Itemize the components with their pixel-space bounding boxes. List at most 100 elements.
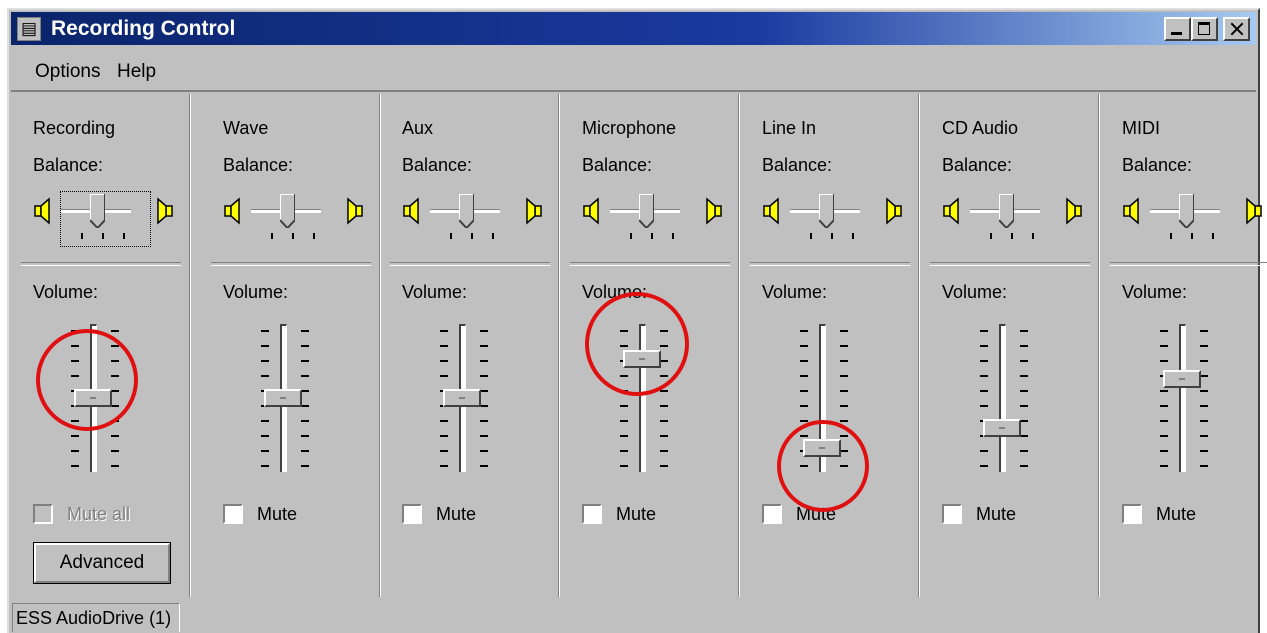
menu-options[interactable]: Options [35, 61, 100, 83]
tick-mark [261, 360, 269, 362]
tick-mark [1160, 420, 1168, 422]
mute-checkbox[interactable] [1122, 504, 1142, 524]
speaker-left-icon [403, 197, 419, 225]
balance-slider-thumb[interactable] [639, 194, 654, 228]
tick-mark [1020, 435, 1028, 437]
separator [390, 262, 550, 266]
tick-mark [261, 345, 269, 347]
menu-bar: Options Help [11, 48, 1256, 92]
tick-mark [1020, 375, 1028, 377]
speaker-right-icon [1246, 197, 1262, 225]
mute-checkbox[interactable] [223, 504, 243, 524]
volume-label: Volume: [762, 282, 828, 302]
tick-mark [1200, 390, 1208, 392]
channel-name: CD Audio [942, 118, 1019, 138]
tick-mark [440, 435, 448, 437]
mute-checkbox[interactable] [762, 504, 782, 524]
tick-mark [660, 450, 668, 452]
tick-mark [620, 435, 628, 437]
tick-mark [980, 405, 988, 407]
speaker-right-icon [526, 197, 542, 225]
mute-checkbox[interactable] [942, 504, 962, 524]
tick-mark [840, 405, 848, 407]
balance-ticks [1170, 233, 1214, 239]
minimize-button[interactable] [1164, 17, 1191, 41]
separator [211, 262, 371, 266]
tick-mark [1160, 435, 1168, 437]
tick-mark [440, 375, 448, 377]
tick-mark [480, 420, 488, 422]
mute-checkbox[interactable] [582, 504, 602, 524]
separator [750, 262, 910, 266]
mute-label[interactable]: Mute all [67, 503, 130, 525]
balance-label: Balance: [582, 155, 653, 175]
tick-mark [1020, 330, 1028, 332]
tick-mark [111, 465, 119, 467]
tick-mark [261, 435, 269, 437]
mixer-icon[interactable]: ▤ [17, 17, 41, 41]
close-button[interactable] [1223, 17, 1250, 41]
tick-mark [840, 330, 848, 332]
tick-mark [1200, 435, 1208, 437]
tick-mark [261, 465, 269, 467]
balance-label: Balance: [942, 155, 1013, 175]
mute-checkbox[interactable] [33, 504, 53, 524]
tick-mark [1200, 450, 1208, 452]
tick-mark [660, 465, 668, 467]
volume-track[interactable] [999, 324, 1006, 472]
balance-slider-thumb[interactable] [459, 194, 474, 228]
mute-label[interactable]: Mute [257, 503, 297, 525]
mute-checkbox[interactable] [402, 504, 422, 524]
tick-mark [840, 360, 848, 362]
maximize-button[interactable] [1191, 17, 1218, 41]
tick-mark [1200, 360, 1208, 362]
speaker-left-icon [34, 197, 50, 225]
tick-mark [840, 420, 848, 422]
tick-mark [620, 405, 628, 407]
tick-mark [800, 375, 808, 377]
tick-mark [620, 450, 628, 452]
tick-mark [620, 420, 628, 422]
tick-mark [980, 375, 988, 377]
tick-mark [440, 345, 448, 347]
mixer-channel-aux: Aux Balance: Volume: Mute [380, 94, 560, 597]
volume-slider-thumb[interactable] [264, 389, 302, 407]
title-bar[interactable]: ▤ Recording Control [11, 12, 1256, 45]
separator [1110, 262, 1267, 266]
balance-slider-thumb[interactable] [1179, 194, 1194, 228]
mute-label[interactable]: Mute [1156, 503, 1196, 525]
volume-slider-thumb[interactable] [1163, 370, 1201, 389]
tick-mark [1160, 450, 1168, 452]
tick-mark [1020, 420, 1028, 422]
tick-mark [1200, 405, 1208, 407]
advanced-button-label: Advanced [34, 543, 170, 583]
tick-mark [71, 450, 79, 452]
tick-mark [840, 375, 848, 377]
mute-label[interactable]: Mute [976, 503, 1016, 525]
tick-mark [301, 450, 309, 452]
balance-focus-rect [60, 191, 151, 247]
tick-mark [71, 465, 79, 467]
tick-mark [980, 450, 988, 452]
advanced-button[interactable]: Advanced [33, 542, 171, 584]
mute-label[interactable]: Mute [436, 503, 476, 525]
volume-slider-thumb[interactable] [443, 389, 481, 407]
tick-mark [111, 330, 119, 332]
separator [21, 262, 181, 266]
balance-slider-thumb[interactable] [999, 194, 1014, 228]
tick-mark [1020, 405, 1028, 407]
menu-help[interactable]: Help [117, 61, 156, 83]
volume-slider-thumb[interactable] [983, 418, 1021, 437]
volume-track[interactable] [1179, 324, 1186, 472]
balance-slider-thumb[interactable] [819, 194, 834, 228]
speaker-left-icon [224, 197, 240, 225]
tick-mark [480, 465, 488, 467]
mute-label[interactable]: Mute [616, 503, 656, 525]
volume-label: Volume: [33, 282, 99, 302]
window-title: Recording Control [51, 17, 236, 40]
tick-mark [800, 405, 808, 407]
speaker-right-icon [157, 197, 173, 225]
tick-mark [1160, 390, 1168, 392]
speaker-right-icon [886, 197, 902, 225]
balance-slider-thumb[interactable] [280, 194, 295, 228]
